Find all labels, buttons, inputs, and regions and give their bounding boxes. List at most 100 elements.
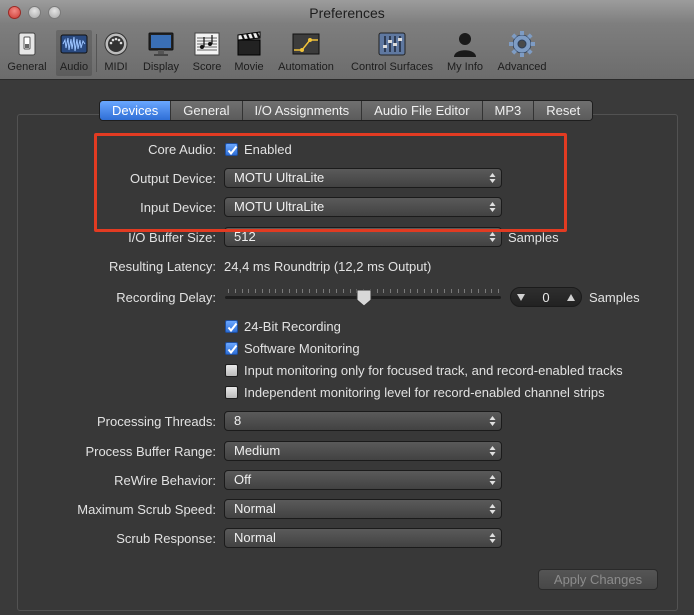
popup-arrows-icon <box>489 533 496 543</box>
slider-tick <box>397 289 398 293</box>
slider-tick <box>309 289 310 293</box>
slider-tick <box>478 289 479 293</box>
max-scrub-speed-popup[interactable]: Normal <box>224 499 502 519</box>
slider-tick <box>275 289 276 293</box>
slider-tick <box>329 289 330 293</box>
process-buffer-range-popup[interactable]: Medium <box>224 441 502 461</box>
apply-changes-button[interactable]: Apply Changes <box>538 569 658 590</box>
toolbar-automation[interactable]: Automation <box>273 30 339 76</box>
tab-io-assignments[interactable]: I/O Assignments <box>242 101 363 120</box>
toolbar-label: Automation <box>278 61 334 73</box>
slider-tick <box>431 289 432 293</box>
slider-tick <box>296 289 297 293</box>
slider-tick <box>410 289 411 293</box>
toolbar-label: Control Surfaces <box>351 61 433 73</box>
rewire-behavior-value: Off <box>234 472 252 487</box>
recording-delay-label: Recording Delay: <box>116 290 216 305</box>
waveform-icon <box>60 34 88 54</box>
slider-tick <box>262 289 263 293</box>
option-independent-monitoring-checkbox[interactable] <box>225 386 238 399</box>
max-scrub-speed-label: Maximum Scrub Speed: <box>77 502 216 517</box>
slider-tick <box>444 289 445 293</box>
increment-arrow-icon[interactable] <box>566 293 576 302</box>
slider-tick <box>255 289 256 293</box>
toolbar-advanced[interactable]: Advanced <box>494 30 550 76</box>
tab-reset[interactable]: Reset <box>534 101 593 120</box>
recording-delay-unit: Samples <box>589 290 640 305</box>
io-buffer-size-label: I/O Buffer Size: <box>128 230 216 245</box>
slider-tick <box>343 289 344 293</box>
toolbar-midi[interactable]: MIDI <box>100 30 132 76</box>
switch-icon <box>18 32 36 56</box>
toolbar-label: MIDI <box>104 61 128 73</box>
toolbar-label: Audio <box>59 61 89 73</box>
option-24bit-checkbox[interactable] <box>225 320 238 333</box>
slider-tick <box>464 289 465 293</box>
slider-tick <box>404 289 405 293</box>
resulting-latency-value: 24,4 ms Roundtrip (12,2 ms Output) <box>224 259 432 274</box>
popup-arrows-icon <box>489 173 496 183</box>
option-software-monitoring-checkbox[interactable] <box>225 342 238 355</box>
monitor-icon <box>148 32 174 56</box>
popup-arrows-icon <box>489 504 496 514</box>
checkmark-icon <box>227 322 238 333</box>
process-buffer-range-label: Process Buffer Range: <box>85 444 216 459</box>
io-buffer-size-popup[interactable]: 512 <box>224 227 502 247</box>
scrub-response-value: Normal <box>234 530 276 545</box>
output-device-label: Output Device: <box>130 171 216 186</box>
option-input-monitoring-label: Input monitoring only for focused track,… <box>244 363 623 378</box>
slider-tick <box>417 289 418 293</box>
slider-tick <box>323 289 324 293</box>
option-input-monitoring-checkbox[interactable] <box>225 364 238 377</box>
process-buffer-range-value: Medium <box>234 443 281 458</box>
toolbar-movie[interactable]: Movie <box>230 30 268 76</box>
toolbar-audio[interactable]: Audio <box>56 30 92 76</box>
slider-tick <box>336 289 337 293</box>
slider-tick <box>458 289 459 293</box>
clapperboard-icon <box>237 31 261 56</box>
tab-devices[interactable]: Devices <box>100 101 172 120</box>
scrub-response-popup[interactable]: Normal <box>224 528 502 548</box>
slider-tick <box>390 289 391 293</box>
toolbar-control-surfaces[interactable]: Control Surfaces <box>346 30 438 76</box>
slider-tick <box>350 289 351 293</box>
slider-tick <box>248 289 249 293</box>
option-independent-monitoring-label: Independent monitoring level for record-… <box>244 385 605 400</box>
slider-tick <box>377 289 378 293</box>
popup-arrows-icon <box>489 232 496 242</box>
processing-threads-value: 8 <box>234 413 242 428</box>
checkmark-icon <box>227 344 238 355</box>
slider-tick <box>235 289 236 293</box>
toolbar-label: Advanced <box>497 61 547 73</box>
processing-threads-popup[interactable]: 8 <box>224 411 502 431</box>
popup-arrows-icon <box>489 416 496 426</box>
max-scrub-speed-value: Normal <box>234 501 276 516</box>
toolbar-display[interactable]: Display <box>140 30 182 76</box>
automation-curve-icon <box>292 33 320 55</box>
io-buffer-size-value: 512 <box>234 229 256 244</box>
tab-audio-file-editor[interactable]: Audio File Editor <box>362 101 483 120</box>
preferences-window: Preferences General Audio MIDI Display S… <box>0 0 694 615</box>
core-audio-checkbox[interactable] <box>225 143 238 156</box>
toolbar-label: Movie <box>234 61 264 73</box>
output-device-popup[interactable]: MOTU UltraLite <box>224 168 502 188</box>
toolbar-my-info[interactable]: My Info <box>443 30 487 76</box>
toolbar-general[interactable]: General <box>6 30 48 76</box>
core-audio-label: Core Audio: <box>148 142 216 157</box>
slider-tick <box>471 289 472 293</box>
toolbar-score[interactable]: Score <box>189 30 225 76</box>
processing-threads-label: Processing Threads: <box>97 414 216 429</box>
io-buffer-size-unit: Samples <box>508 230 559 245</box>
input-device-popup[interactable]: MOTU UltraLite <box>224 197 502 217</box>
tab-general[interactable]: General <box>171 101 243 120</box>
slider-tick <box>383 289 384 293</box>
popup-arrows-icon <box>489 202 496 212</box>
faders-icon <box>378 32 406 56</box>
recording-delay-stepper[interactable]: 0 <box>510 287 582 307</box>
slider-thumb[interactable] <box>356 289 372 307</box>
resulting-latency-label: Resulting Latency: <box>109 259 216 274</box>
slider-tick <box>498 289 499 293</box>
rewire-behavior-popup[interactable]: Off <box>224 470 502 490</box>
tab-mp3[interactable]: MP3 <box>482 101 535 120</box>
toolbar-label: Score <box>192 61 222 73</box>
